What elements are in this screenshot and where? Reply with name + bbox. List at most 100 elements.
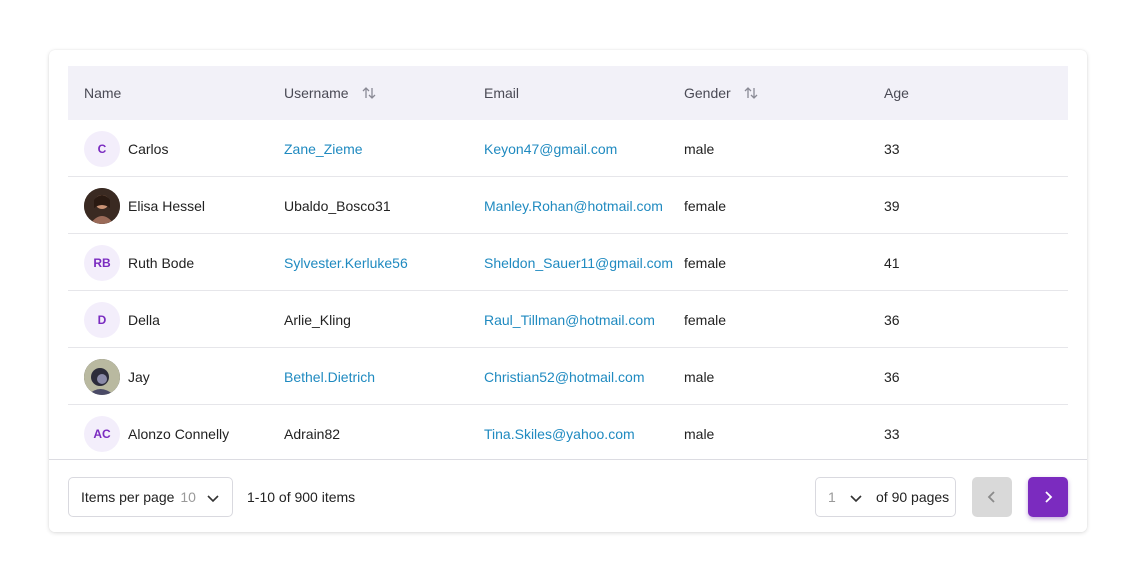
current-page-value: 1 [828, 489, 836, 505]
email-link[interactable]: Manley.Rohan@hotmail.com [484, 198, 663, 214]
items-per-page-value: 10 [180, 489, 196, 505]
column-header-age: Age [884, 66, 909, 120]
cell-username: Arlie_Kling [284, 291, 351, 348]
user-name: Jay [128, 368, 150, 385]
cell-email: Keyon47@gmail.com [484, 120, 617, 177]
column-header-email-label: Email [484, 85, 520, 101]
sort-arrows-icon[interactable] [361, 85, 377, 101]
avatar-initials: C [97, 141, 107, 156]
user-name: Alonzo Connelly [128, 425, 230, 442]
cell-email: Raul_Tillman@hotmail.com [484, 291, 655, 348]
gender-text: male [684, 140, 715, 157]
cell-gender: male [684, 120, 714, 177]
column-header-gender[interactable]: Gender [684, 66, 759, 120]
column-header-name-label: Name [84, 85, 122, 101]
age-text: 39 [884, 197, 900, 214]
cell-username: Bethel.Dietrich [284, 348, 375, 405]
email-link[interactable]: Raul_Tillman@hotmail.com [484, 312, 655, 328]
items-per-page-label: Items per page [81, 489, 175, 505]
user-name: Carlos [128, 140, 169, 157]
table-row: AC Alonzo Connelly Adrain82 Tina.Skiles@yah… [68, 405, 1068, 459]
email-link[interactable]: Sheldon_Sauer11@gmail.com [484, 255, 673, 271]
avatar [84, 187, 120, 224]
gender-text: male [684, 425, 715, 442]
cell-name: C Carlos [84, 120, 168, 177]
gender-text: female [684, 311, 727, 328]
table-row: Elisa Hessel Ubaldo_Bosco31 Manley.Rohan@h… [68, 177, 1068, 234]
chevron-down-icon [850, 495, 862, 503]
username-text: Arlie_Kling [284, 311, 351, 328]
column-header-gender-label: Gender [684, 85, 731, 101]
items-range-text: 1-10 of 900 items [247, 489, 356, 505]
email-link[interactable]: Tina.Skiles@yahoo.com [484, 426, 635, 442]
age-text: 41 [884, 254, 900, 271]
gender-text: male [684, 368, 715, 385]
cell-email: Manley.Rohan@hotmail.com [484, 177, 663, 234]
cell-age: 36 [884, 348, 900, 405]
cell-age: 33 [884, 405, 900, 459]
avatar: C [84, 130, 120, 167]
data-table-card: Name Username Email Gender Age C Carlos … [49, 50, 1087, 532]
page-select[interactable]: 1 of 90 pages [815, 477, 956, 517]
chevron-right-icon [1045, 491, 1053, 503]
page-total-text: of 90 pages [876, 489, 950, 505]
column-header-username-label: Username [284, 85, 349, 101]
column-header-age-label: Age [884, 85, 909, 101]
cell-gender: female [684, 177, 726, 234]
items-per-page-select[interactable]: Items per page 10 [68, 477, 233, 517]
column-header-email: Email [484, 66, 519, 120]
age-text: 33 [884, 140, 900, 157]
avatar: RB [84, 244, 120, 281]
cell-gender: female [684, 234, 726, 291]
cell-gender: female [684, 291, 726, 348]
cell-age: 39 [884, 177, 900, 234]
avatar: AC [84, 415, 120, 452]
table-header: Name Username Email Gender Age [68, 66, 1068, 120]
sort-arrows-icon[interactable] [743, 85, 759, 101]
gender-text: female [684, 197, 727, 214]
email-link[interactable]: Christian52@hotmail.com [484, 369, 645, 385]
cell-name: AC Alonzo Connelly [84, 405, 229, 459]
cell-username: Adrain82 [284, 405, 340, 459]
avatar [84, 358, 120, 395]
cell-gender: male [684, 405, 714, 459]
gender-text: female [684, 254, 727, 271]
username-text: Adrain82 [284, 425, 341, 442]
table-row: C Carlos Zane_Zieme Keyon47@gmail.com male 33 [68, 120, 1068, 177]
avatar-initials: AC [93, 426, 111, 441]
previous-page-button[interactable] [972, 477, 1012, 517]
age-text: 36 [884, 311, 900, 328]
username-link[interactable]: Zane_Zieme [284, 141, 363, 157]
cell-name: Jay [84, 348, 150, 405]
user-name: Ruth Bode [128, 254, 195, 271]
cell-username: Ubaldo_Bosco31 [284, 177, 391, 234]
pagination-footer: Items per page 10 1-10 of 900 items 1 of… [49, 459, 1087, 532]
username-text: Ubaldo_Bosco31 [284, 197, 391, 214]
avatar-initials: RB [93, 255, 111, 270]
user-name: Elisa Hessel [128, 197, 206, 214]
column-header-username[interactable]: Username [284, 66, 377, 120]
username-link[interactable]: Sylvester.Kerluke56 [284, 255, 408, 271]
cell-age: 36 [884, 291, 900, 348]
next-page-button[interactable] [1028, 477, 1068, 517]
cell-username: Zane_Zieme [284, 120, 363, 177]
column-header-name: Name [84, 66, 121, 120]
username-link[interactable]: Bethel.Dietrich [284, 369, 375, 385]
cell-email: Tina.Skiles@yahoo.com [484, 405, 635, 459]
cell-username: Sylvester.Kerluke56 [284, 234, 408, 291]
table-row: D Della Arlie_Kling Raul_Tillman@hotmail.co… [68, 291, 1068, 348]
cell-name: RB Ruth Bode [84, 234, 194, 291]
avatar-initials: D [97, 312, 107, 327]
user-name: Della [128, 311, 160, 328]
cell-age: 33 [884, 120, 900, 177]
cell-email: Christian52@hotmail.com [484, 348, 645, 405]
table-row: RB Ruth Bode Sylvester.Kerluke56 Sheldon_Sa… [68, 234, 1068, 291]
cell-age: 41 [884, 234, 900, 291]
table-row: Jay Bethel.Dietrich Christian52@hotmail.co… [68, 348, 1068, 405]
cell-gender: male [684, 348, 714, 405]
cell-name: D Della [84, 291, 160, 348]
email-link[interactable]: Keyon47@gmail.com [484, 141, 617, 157]
chevron-down-icon [207, 495, 219, 503]
chevron-left-icon [987, 491, 995, 503]
age-text: 33 [884, 425, 900, 442]
